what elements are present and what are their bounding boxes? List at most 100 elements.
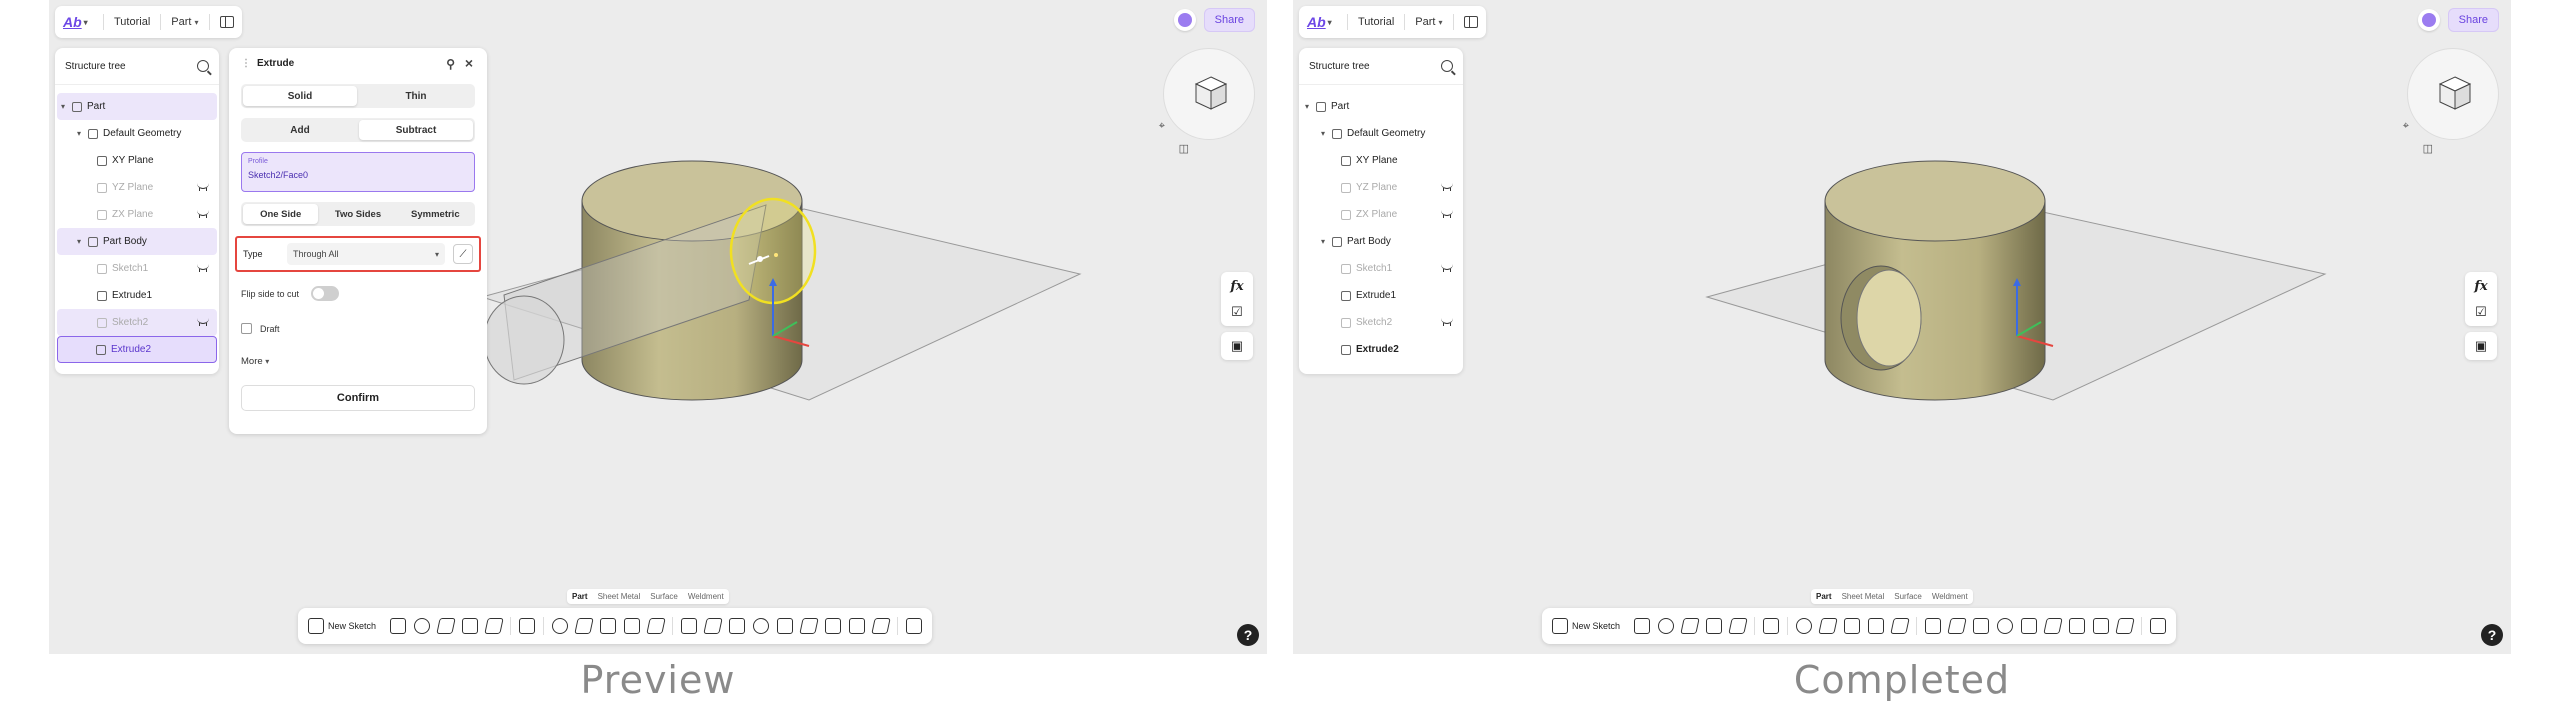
mode-selector[interactable]: Part ▾ <box>171 16 198 28</box>
view-mode-icon[interactable]: ◫ <box>2423 142 2433 155</box>
tool-icon[interactable] <box>624 618 641 634</box>
tool-icon[interactable] <box>871 618 891 634</box>
two-sides-option[interactable]: Two Sides <box>320 204 395 224</box>
mode-selector[interactable]: Part ▾ <box>1415 16 1442 28</box>
tree-item-default-geometry[interactable]: ▾ Default Geometry <box>57 120 217 147</box>
panel-icon[interactable]: ▣ <box>2471 336 2491 356</box>
tool-icon[interactable] <box>729 618 746 634</box>
document-name[interactable]: Tutorial <box>114 16 150 28</box>
tool-icon[interactable] <box>1763 618 1780 634</box>
tree-item-xy-plane[interactable]: XY Plane <box>57 147 217 174</box>
pin-icon[interactable]: ⚲ <box>446 57 455 71</box>
confirm-button[interactable]: Confirm <box>241 385 475 411</box>
tool-icon[interactable] <box>484 618 504 634</box>
tree-item-extrude2[interactable]: Extrude2 <box>1301 336 1461 363</box>
new-sketch-button[interactable]: New Sketch <box>1552 618 1626 634</box>
tree-item-zx-plane[interactable]: ZX Plane <box>1301 201 1461 228</box>
view-cube[interactable] <box>2407 48 2499 140</box>
help-button[interactable]: ? <box>1237 624 1259 646</box>
tool-icon[interactable] <box>799 618 819 634</box>
close-icon[interactable]: × <box>465 55 473 71</box>
tool-icon[interactable] <box>436 618 456 634</box>
tool-icon[interactable] <box>1947 618 1967 634</box>
tool-icon[interactable] <box>2069 618 2086 634</box>
tool-icon[interactable] <box>1890 618 1910 634</box>
tree-item-part[interactable]: ▾ Part <box>1301 93 1461 120</box>
tree-item-extrude2[interactable]: Extrude2 <box>57 336 217 363</box>
hidden-eye-icon[interactable] <box>197 318 209 326</box>
search-icon[interactable] <box>197 60 209 72</box>
tool-icon[interactable] <box>600 618 617 634</box>
add-option[interactable]: Add <box>243 120 357 140</box>
tool-icon[interactable] <box>849 618 866 634</box>
tool-icon[interactable] <box>2021 618 2038 634</box>
view-mode-icon[interactable]: ◫ <box>1179 142 1189 155</box>
layout-toggle-icon[interactable] <box>219 16 234 28</box>
tree-item-yz-plane[interactable]: YZ Plane <box>1301 174 1461 201</box>
tool-icon[interactable] <box>1844 618 1861 634</box>
tool-icon[interactable] <box>1973 618 1990 634</box>
tab-part[interactable]: Part <box>567 589 593 604</box>
hidden-eye-icon[interactable] <box>1441 264 1453 272</box>
tool-icon[interactable] <box>777 618 794 634</box>
tree-item-default-geometry[interactable]: ▾ Default Geometry <box>1301 120 1461 147</box>
tab-sheet-metal[interactable]: Sheet Metal <box>1837 589 1890 604</box>
tool-icon[interactable] <box>1634 618 1651 634</box>
subtract-option[interactable]: Subtract <box>359 120 473 140</box>
fit-view-icon[interactable]: ⌖ <box>2403 120 2409 133</box>
hidden-eye-icon[interactable] <box>197 264 209 272</box>
tree-item-extrude1[interactable]: Extrude1 <box>57 282 217 309</box>
select-edge-icon[interactable]: ⟋ <box>453 244 473 264</box>
tree-item-zx-plane[interactable]: ZX Plane <box>57 201 217 228</box>
solid-option[interactable]: Solid <box>243 86 357 106</box>
tree-item-yz-plane[interactable]: YZ Plane <box>57 174 217 201</box>
tool-icon[interactable] <box>519 618 536 634</box>
checklist-icon[interactable]: ☑ <box>1227 302 1247 322</box>
tab-surface[interactable]: Surface <box>1889 589 1927 604</box>
checklist-icon[interactable]: ☑ <box>2471 302 2491 322</box>
tree-item-sketch2[interactable]: Sketch2 <box>57 309 217 336</box>
hidden-eye-icon[interactable] <box>1441 210 1453 218</box>
tree-item-extrude1[interactable]: Extrude1 <box>1301 282 1461 309</box>
layout-toggle-icon[interactable] <box>1463 16 1478 28</box>
profile-field[interactable]: Profile Sketch2/Face0 <box>241 152 475 192</box>
tab-sheet-metal[interactable]: Sheet Metal <box>593 589 646 604</box>
one-side-option[interactable]: One Side <box>243 204 319 224</box>
viewport-3d[interactable] <box>1293 0 2511 654</box>
tool-icon[interactable] <box>825 618 842 634</box>
help-button[interactable]: ? <box>2481 624 2503 646</box>
type-select[interactable]: Through All ▾ <box>287 243 445 265</box>
symmetric-option[interactable]: Symmetric <box>398 204 473 224</box>
tool-icon[interactable] <box>1706 618 1723 634</box>
tool-icon[interactable] <box>1680 618 1700 634</box>
formula-icon[interactable]: fx <box>2471 276 2491 296</box>
tab-surface[interactable]: Surface <box>645 589 683 604</box>
app-logo-icon[interactable]: Ab ▾ <box>63 12 93 32</box>
tool-icon[interactable] <box>390 618 407 634</box>
tool-icon[interactable] <box>2150 618 2167 634</box>
tool-icon[interactable] <box>1658 618 1675 634</box>
tool-icon[interactable] <box>906 618 923 634</box>
tab-weldment[interactable]: Weldment <box>683 589 729 604</box>
tool-icon[interactable] <box>646 618 666 634</box>
tree-item-sketch2[interactable]: Sketch2 <box>1301 309 1461 336</box>
tab-part[interactable]: Part <box>1811 589 1837 604</box>
user-avatar[interactable] <box>2417 9 2440 31</box>
formula-icon[interactable]: fx <box>1227 276 1247 296</box>
new-sketch-button[interactable]: New Sketch <box>308 618 382 634</box>
tool-icon[interactable] <box>1796 618 1813 634</box>
user-avatar[interactable] <box>1173 9 1196 31</box>
drag-handle-icon[interactable]: ⋮ <box>241 58 251 69</box>
hidden-eye-icon[interactable] <box>197 210 209 218</box>
thin-option[interactable]: Thin <box>359 86 473 106</box>
tool-icon[interactable] <box>414 618 431 634</box>
tool-icon[interactable] <box>1925 618 1942 634</box>
tree-item-sketch1[interactable]: Sketch1 <box>1301 255 1461 282</box>
view-cube[interactable] <box>1163 48 1255 140</box>
hidden-eye-icon[interactable] <box>1441 183 1453 191</box>
tree-item-sketch1[interactable]: Sketch1 <box>57 255 217 282</box>
flip-toggle[interactable] <box>311 286 340 301</box>
tree-item-part-body[interactable]: ▾ Part Body <box>57 228 217 255</box>
tool-icon[interactable] <box>574 618 594 634</box>
more-toggle[interactable]: More ▾ <box>241 356 475 367</box>
